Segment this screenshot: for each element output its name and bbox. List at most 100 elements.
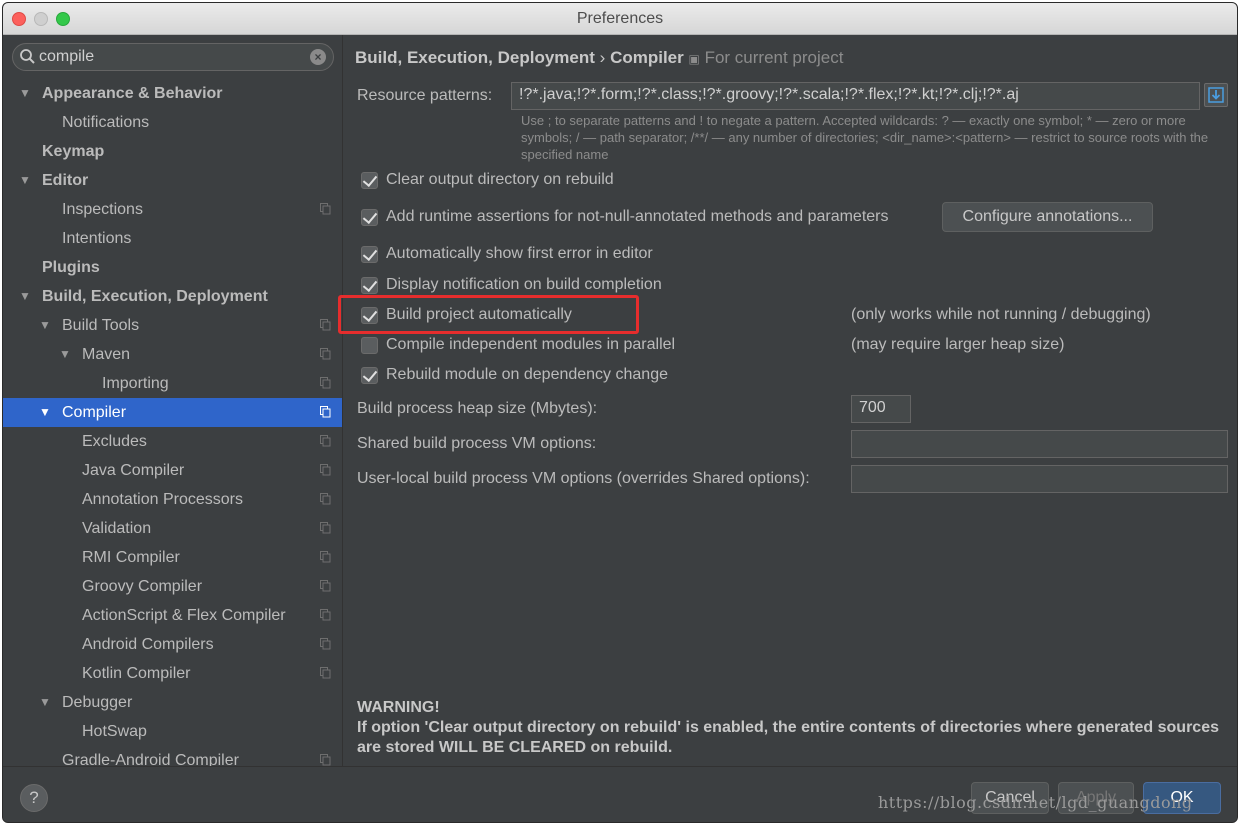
tree-item-gradle-android-compiler[interactable]: Gradle-Android Compiler: [3, 746, 342, 766]
tree-item-intentions[interactable]: Intentions: [3, 224, 342, 253]
project-level-icon: [320, 609, 331, 621]
project-level-icon: [320, 754, 331, 766]
build-automatically-note: (only works while not running / debuggin…: [851, 306, 1151, 323]
project-level-icon: [320, 377, 331, 389]
expand-field-button[interactable]: [1204, 83, 1228, 107]
expand-arrow-icon[interactable]: ▼: [19, 79, 31, 108]
preferences-window: Preferences compile × ▼ Appearance & Beha…: [2, 2, 1238, 823]
breadcrumb: Build, Execution, Deployment › Compiler …: [355, 48, 843, 68]
project-level-icon: [320, 638, 331, 650]
help-button[interactable]: ?: [20, 784, 48, 812]
breadcrumb-separator: ›: [599, 48, 606, 67]
tree-item-label: Compiler: [62, 404, 127, 421]
heap-size-label: Build process heap size (Mbytes):: [357, 400, 598, 417]
clear-output-checkbox[interactable]: [361, 172, 378, 189]
expand-arrow-icon[interactable]: ▼: [39, 688, 51, 717]
project-level-icon: [320, 522, 331, 534]
resource-patterns-input[interactable]: !?*.java;!?*.form;!?*.class;!?*.groovy;!…: [511, 82, 1200, 110]
tree-item-annotation-processors[interactable]: Annotation Processors: [3, 485, 342, 514]
tree-item-build-execution-deployment[interactable]: ▼ Build, Execution, Deployment: [3, 282, 342, 311]
tree-item-label: Groovy Compiler: [82, 578, 203, 595]
project-level-icon: [320, 203, 331, 215]
compile-parallel-note: (may require larger heap size): [851, 336, 1065, 353]
search-input-value[interactable]: compile: [39, 48, 94, 66]
shared-vm-options-label: Shared build process VM options:: [357, 435, 597, 452]
shared-vm-options-input[interactable]: [851, 430, 1228, 458]
tree-item-label: Gradle-Android Compiler: [62, 752, 239, 766]
expand-arrow-icon[interactable]: ▼: [39, 311, 51, 340]
tree-item-label: Editor: [42, 172, 89, 189]
tree-item-label: Intentions: [62, 230, 132, 247]
tree-item-hotswap[interactable]: HotSwap: [3, 717, 342, 746]
window-title: Preferences: [576, 10, 664, 27]
expand-arrow-icon[interactable]: ▼: [59, 340, 71, 369]
tree-item-label: ActionScript & Flex Compiler: [82, 607, 286, 624]
clear-output-label[interactable]: Clear output directory on rebuild: [386, 171, 614, 189]
tree-item-label: Notifications: [62, 114, 150, 131]
runtime-assertions-checkbox[interactable]: [361, 209, 378, 226]
rebuild-module-label[interactable]: Rebuild module on dependency change: [386, 366, 668, 384]
tree-item-label: Plugins: [42, 259, 100, 276]
project-level-icon: [320, 406, 331, 418]
clear-search-icon[interactable]: ×: [310, 49, 326, 65]
tree-item-label: Validation: [82, 520, 152, 537]
tree-item-editor[interactable]: ▼ Editor: [3, 166, 342, 195]
display-notification-checkbox[interactable]: [361, 277, 378, 294]
configure-annotations-button[interactable]: Configure annotations...: [942, 202, 1153, 232]
tree-item-label: Keymap: [42, 143, 105, 160]
project-level-icon: [320, 348, 331, 360]
tree-item-label: Importing: [102, 375, 169, 392]
tree-item-compiler[interactable]: ▼ Compiler: [3, 398, 342, 427]
tree-item-debugger[interactable]: ▼ Debugger: [3, 688, 342, 717]
tree-item-rmi-compiler[interactable]: RMI Compiler: [3, 543, 342, 572]
project-level-icon: [320, 464, 331, 476]
project-level-icon: [320, 319, 331, 331]
tree-item-groovy-compiler[interactable]: Groovy Compiler: [3, 572, 342, 601]
tree-item-build-tools[interactable]: ▼ Build Tools: [3, 311, 342, 340]
compile-parallel-checkbox[interactable]: [361, 337, 378, 354]
tree-item-plugins[interactable]: Plugins: [3, 253, 342, 282]
tree-item-label: Excludes: [82, 433, 147, 450]
tree-item-label: Kotlin Compiler: [82, 665, 191, 682]
highlight-annotation-box: [338, 295, 639, 334]
tree-item-validation[interactable]: Validation: [3, 514, 342, 543]
expand-arrow-icon[interactable]: ▼: [19, 282, 31, 311]
heap-size-input[interactable]: 700: [851, 395, 911, 423]
compile-parallel-label[interactable]: Compile independent modules in parallel: [386, 336, 675, 354]
warning-text: If option 'Clear output directory on reb…: [357, 719, 1219, 756]
expand-arrow-icon[interactable]: ▼: [19, 166, 31, 195]
tree-item-excludes[interactable]: Excludes: [3, 427, 342, 456]
warning-title: WARNING!: [357, 699, 440, 716]
search-icon: [20, 49, 35, 64]
tree-item-inspections[interactable]: Inspections: [3, 195, 342, 224]
tree-item-notifications[interactable]: Notifications: [3, 108, 342, 137]
tree-item-actionscript-flex-compiler[interactable]: ActionScript & Flex Compiler: [3, 601, 342, 630]
rebuild-module-checkbox[interactable]: [361, 367, 378, 384]
tree-item-label: Build Tools: [62, 317, 140, 334]
expand-arrow-icon[interactable]: ▼: [39, 398, 51, 427]
project-level-icon: [320, 551, 331, 563]
project-level-icon: [320, 435, 331, 447]
project-level-icon: [320, 580, 331, 592]
tree-item-maven[interactable]: ▼ Maven: [3, 340, 342, 369]
tree-item-java-compiler[interactable]: Java Compiler: [3, 456, 342, 485]
resource-patterns-label: Resource patterns:: [357, 87, 493, 104]
warning-message: WARNING! If option 'Clear output directo…: [357, 698, 1227, 758]
tree-item-label: Android Compilers: [82, 636, 214, 653]
tree-item-kotlin-compiler[interactable]: Kotlin Compiler: [3, 659, 342, 688]
tree-item-label: HotSwap: [82, 723, 147, 740]
display-notification-label[interactable]: Display notification on build completion: [386, 276, 662, 294]
project-scope-icon: ▣: [688, 52, 700, 66]
tree-item-android-compilers[interactable]: Android Compilers: [3, 630, 342, 659]
runtime-assertions-label[interactable]: Add runtime assertions for not-null-anno…: [386, 208, 889, 226]
tree-item-appearance-behavior[interactable]: ▼ Appearance & Behavior: [3, 79, 342, 108]
user-vm-options-input[interactable]: [851, 465, 1228, 493]
show-first-error-label[interactable]: Automatically show first error in editor: [386, 245, 653, 263]
tree-item-importing[interactable]: Importing: [3, 369, 342, 398]
tree-item-label: Appearance & Behavior: [42, 85, 223, 102]
show-first-error-checkbox[interactable]: [361, 246, 378, 263]
expand-icon: [1208, 87, 1224, 103]
tree-item-keymap[interactable]: Keymap: [3, 137, 342, 166]
settings-search-field[interactable]: compile ×: [12, 43, 334, 71]
project-level-icon: [320, 667, 331, 679]
